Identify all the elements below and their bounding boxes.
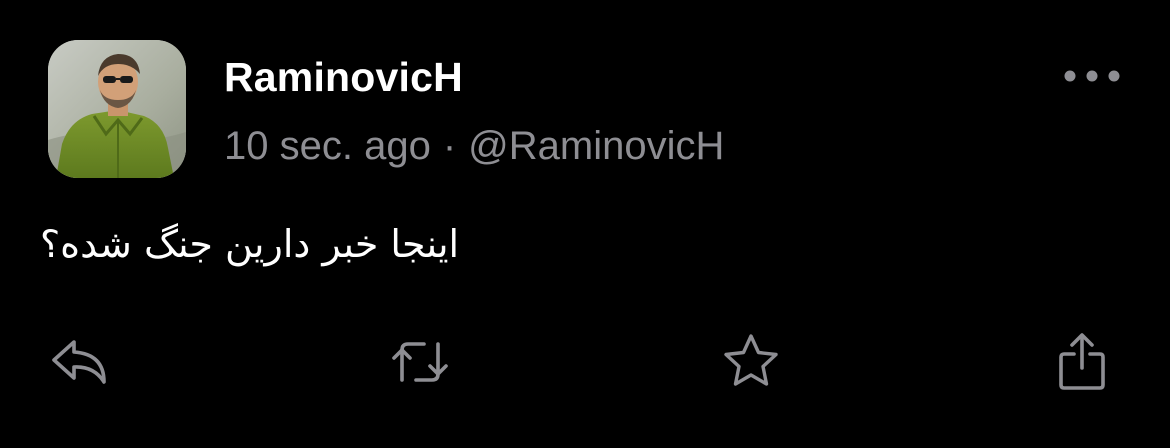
user-handle[interactable]: @RaminovicH	[468, 124, 724, 168]
timestamp: 10 sec. ago	[224, 124, 431, 168]
display-name[interactable]: RaminovicH	[224, 52, 463, 102]
post: RaminovicH 10 sec. ago · @RaminovicH اینجا…	[0, 0, 1170, 448]
reply-button[interactable]	[48, 330, 112, 394]
share-button[interactable]	[1050, 330, 1114, 394]
star-icon	[724, 334, 778, 386]
repost-icon	[392, 342, 448, 382]
more-horizontal-icon	[1064, 70, 1120, 82]
like-button[interactable]	[719, 330, 783, 394]
post-text: اینجا خبر دارین جنگ شده؟	[40, 214, 600, 274]
share-icon	[1059, 333, 1105, 390]
avatar-image	[48, 40, 186, 178]
more-options-button[interactable]	[1056, 56, 1128, 96]
post-text-content: اینجا خبر دارین جنگ شده؟	[40, 222, 460, 266]
repost-button[interactable]	[388, 330, 452, 394]
reply-arrow-icon	[52, 340, 106, 384]
post-meta: 10 sec. ago · @RaminovicH	[224, 121, 724, 171]
avatar[interactable]	[48, 40, 186, 178]
meta-separator: ·	[442, 124, 457, 168]
